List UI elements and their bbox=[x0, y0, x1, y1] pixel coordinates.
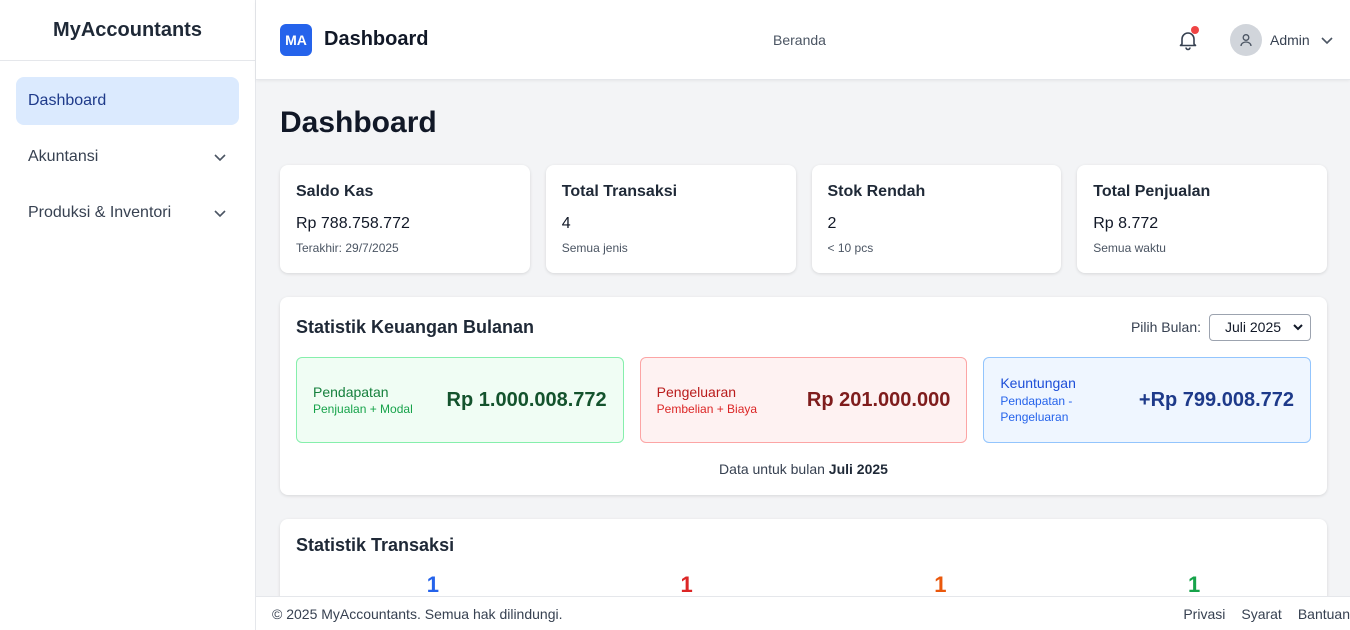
avatar bbox=[1230, 24, 1262, 56]
user-icon bbox=[1240, 34, 1252, 47]
sidebar-brand: MyAccountants bbox=[0, 0, 255, 61]
footer-link-privasi[interactable]: Privasi bbox=[1183, 606, 1225, 622]
card-value: Rp 788.758.772 bbox=[296, 215, 410, 232]
transaction-counts: 1 1 1 1 bbox=[296, 572, 1311, 598]
transaction-count: 1 bbox=[1188, 572, 1201, 597]
income-label: Pendapatan bbox=[313, 384, 389, 400]
card-title: Saldo Kas bbox=[296, 183, 374, 200]
card-title: Stok Rendah bbox=[827, 183, 926, 200]
card-subtitle: Terakhir: 29/7/2025 bbox=[296, 241, 399, 255]
card-value: Rp 8.772 bbox=[1093, 215, 1159, 232]
profit-amount: +Rp 799.008.772 bbox=[1138, 388, 1295, 411]
profit-label: Keuntungan bbox=[1000, 375, 1076, 391]
finance-note-prefix: Data untuk bulan bbox=[719, 461, 825, 477]
income-amount: Rp 1.000.008.772 bbox=[446, 388, 607, 411]
footer-link-syarat[interactable]: Syarat bbox=[1241, 606, 1281, 622]
footer-links: Privasi Syarat Bantuan bbox=[1183, 606, 1350, 622]
user-menu[interactable]: Admin bbox=[1230, 24, 1334, 56]
chevron-down-icon bbox=[214, 154, 226, 162]
breadcrumb-home-link[interactable]: Beranda bbox=[773, 32, 826, 48]
notification-badge bbox=[1191, 26, 1199, 34]
expense-amount: Rp 201.000.000 bbox=[806, 388, 951, 411]
expense-box: Pengeluaran Pembelian + Biaya Rp 201.000… bbox=[639, 357, 968, 443]
card-subtitle: < 10 pcs bbox=[827, 241, 874, 255]
top-header: MA Dashboard Beranda Admin bbox=[256, 0, 1350, 80]
expense-label: Pengeluaran bbox=[656, 384, 737, 400]
card-title: Total Transaksi bbox=[561, 183, 678, 200]
chevron-down-icon bbox=[214, 210, 226, 218]
sidebar-nav: Dashboard Akuntansi Produksi & Inventori bbox=[0, 61, 255, 261]
page-title: Dashboard bbox=[280, 106, 437, 139]
panel-title: Statistik Transaksi bbox=[296, 535, 455, 555]
month-select[interactable]: Juli 2025 bbox=[1209, 313, 1311, 341]
card-subtitle: Semua waktu bbox=[1093, 241, 1166, 255]
notification-button[interactable] bbox=[1176, 26, 1200, 52]
summary-cards: Saldo Kas Rp 788.758.772 Terakhir: 29/7/… bbox=[280, 165, 1327, 273]
month-picker: Pilih Bulan: Juli 2025 bbox=[1130, 313, 1311, 341]
month-picker-label: Pilih Bulan: bbox=[1130, 319, 1201, 335]
sidebar-item-produksi-inventori[interactable]: Produksi & Inventori bbox=[16, 189, 239, 237]
card-title: Total Penjualan bbox=[1093, 183, 1211, 200]
sidebar-item-dashboard[interactable]: Dashboard bbox=[16, 77, 239, 125]
month-select-value: Juli 2025 bbox=[1225, 319, 1282, 335]
page-footer: © 2025 MyAccountants. Semua hak dilindun… bbox=[256, 596, 1350, 630]
finance-note-month: Juli 2025 bbox=[828, 461, 888, 477]
footer-copyright: © 2025 MyAccountants. Semua hak dilindun… bbox=[272, 605, 563, 622]
summary-card-saldo-kas: Saldo Kas Rp 788.758.772 Terakhir: 29/7/… bbox=[280, 165, 530, 273]
profit-box: Keuntungan Pendapatan - Pengeluaran +Rp … bbox=[983, 357, 1312, 443]
breadcrumb: Beranda bbox=[773, 0, 826, 80]
sidebar: MyAccountants Dashboard Akuntansi Produk… bbox=[0, 0, 256, 630]
sidebar-item-label: Akuntansi bbox=[28, 148, 99, 165]
app-logo[interactable]: MA bbox=[280, 23, 312, 56]
transaction-count: 1 bbox=[680, 572, 693, 597]
card-value: 4 bbox=[561, 215, 571, 232]
sidebar-item-label: Produksi & Inventori bbox=[28, 204, 172, 221]
sidebar-item-label: Dashboard bbox=[28, 92, 107, 109]
panel-title: Statistik Keuangan Bulanan bbox=[296, 316, 535, 337]
income-box: Pendapatan Penjualan + Modal Rp 1.000.00… bbox=[296, 357, 624, 443]
chevron-down-icon bbox=[1321, 37, 1333, 45]
finance-note: Data untuk bulan Juli 2025 bbox=[296, 461, 1311, 477]
profit-desc: Pendapatan - Pengeluaran bbox=[1000, 394, 1073, 424]
summary-card-stok-rendah: Stok Rendah 2 < 10 pcs bbox=[811, 165, 1062, 273]
header-title: Dashboard bbox=[324, 28, 429, 50]
transaction-count: 1 bbox=[426, 572, 439, 597]
summary-card-total-penjualan: Total Penjualan Rp 8.772 Semua waktu bbox=[1077, 165, 1327, 273]
transaction-count: 1 bbox=[934, 572, 947, 597]
income-desc: Penjualan + Modal bbox=[313, 402, 413, 416]
footer-link-bantuan[interactable]: Bantuan bbox=[1298, 606, 1350, 622]
expense-desc: Pembelian + Biaya bbox=[656, 402, 758, 416]
user-name: Admin bbox=[1270, 32, 1310, 48]
monthly-finance-panel: Statistik Keuangan Bulanan Pilih Bulan: … bbox=[280, 297, 1327, 495]
sidebar-item-akuntansi[interactable]: Akuntansi bbox=[16, 133, 239, 181]
summary-card-total-transaksi: Total Transaksi 4 Semua jenis bbox=[545, 165, 796, 273]
card-subtitle: Semua jenis bbox=[561, 241, 628, 255]
main-content: Dashboard Saldo Kas Rp 788.758.772 Terak… bbox=[280, 80, 1327, 630]
card-value: 2 bbox=[827, 215, 837, 232]
chevron-down-icon bbox=[1293, 324, 1303, 331]
